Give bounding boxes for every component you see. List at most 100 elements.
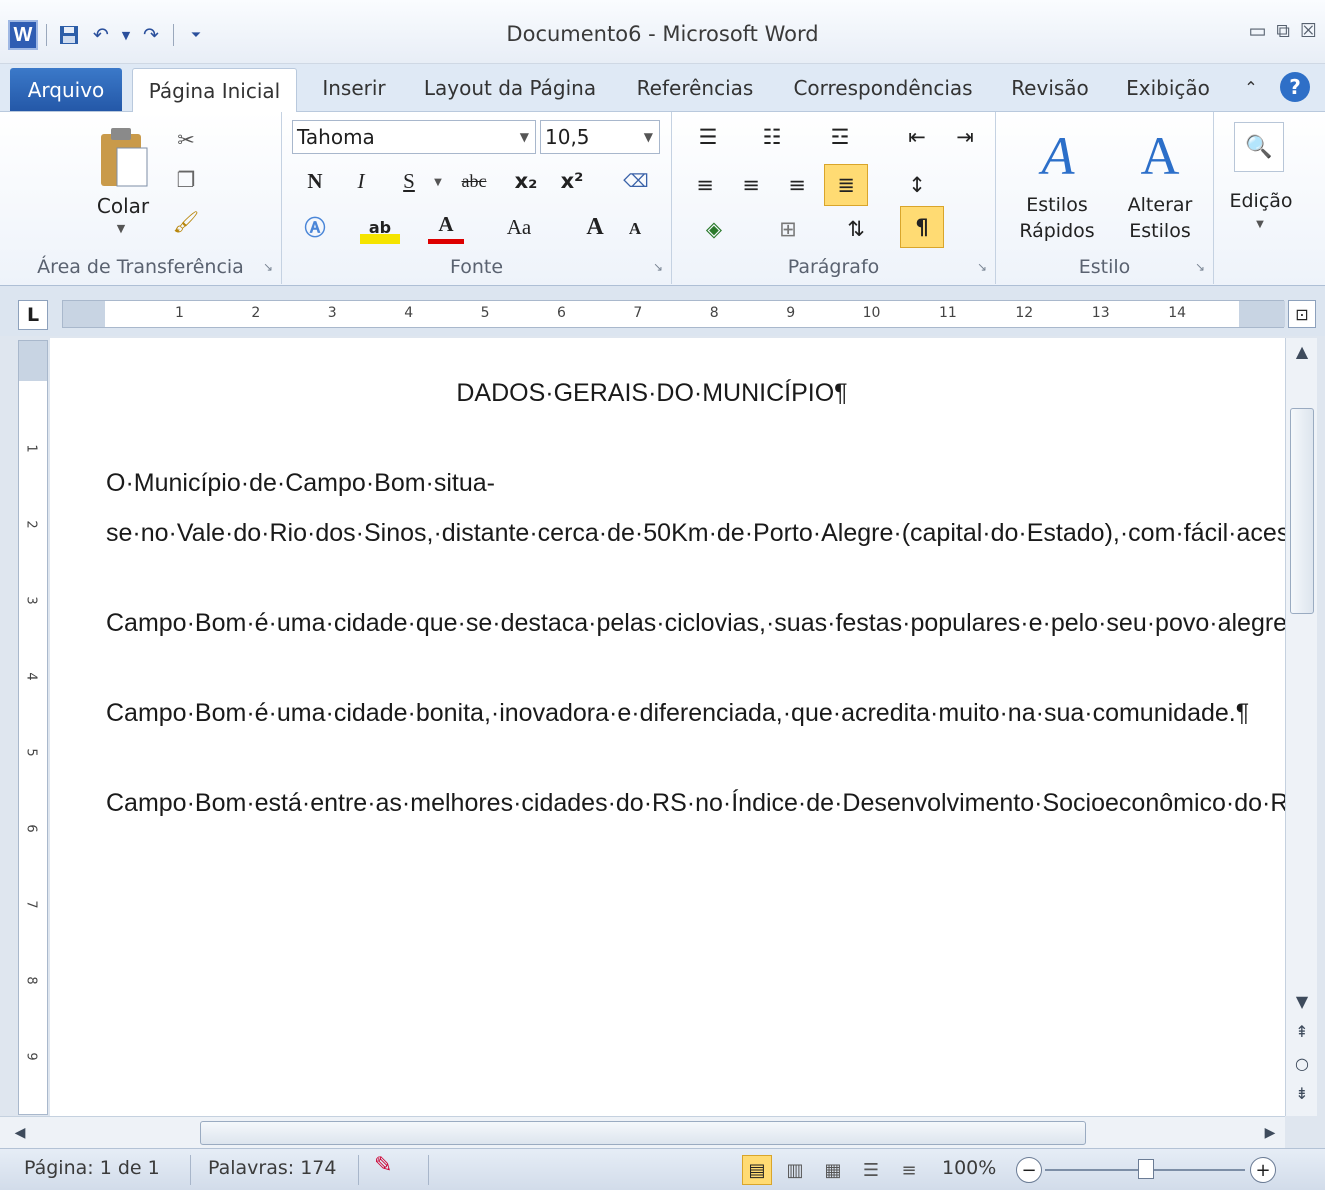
- document-area[interactable]: DADOS·GERAIS·DO·MUNICÍPIO¶ O·Município·d…: [50, 338, 1285, 1116]
- change-styles-label-2[interactable]: Estilos: [1108, 218, 1212, 244]
- scroll-up-icon[interactable]: ▲: [1286, 342, 1318, 361]
- line-spacing-icon[interactable]: ↕: [894, 166, 940, 204]
- font-launcher-icon[interactable]: ↘: [653, 260, 663, 274]
- previous-page-icon[interactable]: ⇞: [1286, 1022, 1318, 1041]
- scroll-down-icon[interactable]: ▼: [1286, 992, 1318, 1011]
- cut-icon[interactable]: ✂: [170, 124, 202, 156]
- underline-button[interactable]: S: [392, 164, 426, 198]
- zoom-in-icon[interactable]: +: [1250, 1157, 1276, 1183]
- ruler-number: 13: [1091, 305, 1110, 321]
- copy-icon[interactable]: ❐: [170, 164, 202, 196]
- vertical-scroll-thumb[interactable]: [1290, 408, 1314, 614]
- borders-icon[interactable]: ⊞: [760, 210, 816, 248]
- editing-button[interactable]: Edição: [1218, 186, 1304, 216]
- vertical-ruler[interactable]: 1 2 3 4 5 6 7 8 9: [18, 340, 48, 1115]
- ruler-number: 3: [327, 305, 337, 321]
- font-size-combo[interactable]: 10,5 ▼: [540, 120, 660, 154]
- full-screen-reading-icon[interactable]: ▥: [780, 1155, 810, 1185]
- zoom-level[interactable]: 100%: [942, 1157, 996, 1179]
- binoculars-icon[interactable]: 🔍: [1234, 122, 1284, 172]
- change-styles-icon[interactable]: A: [1120, 118, 1200, 194]
- draft-icon[interactable]: ≡: [894, 1155, 924, 1185]
- tab-revisao[interactable]: Revisão: [998, 64, 1102, 111]
- browse-object-icon[interactable]: ○: [1286, 1054, 1318, 1073]
- tab-referencias[interactable]: Referências: [622, 64, 768, 111]
- superscript-button[interactable]: x²: [552, 164, 592, 198]
- tab-correspondencias[interactable]: Correspondências: [782, 64, 984, 111]
- tab-inserir[interactable]: Inserir: [306, 64, 402, 111]
- strikethrough-button[interactable]: abc: [452, 164, 496, 198]
- italic-button[interactable]: I: [344, 164, 378, 198]
- multilevel-list-icon[interactable]: ☲: [818, 120, 862, 154]
- tab-layout[interactable]: Layout da Página: [412, 64, 608, 111]
- minimize-ribbon-icon[interactable]: ⌃: [1236, 64, 1266, 111]
- page-count[interactable]: Página: 1 de 1: [24, 1157, 160, 1179]
- increase-indent-icon[interactable]: ⇥: [948, 120, 982, 154]
- editing-dropdown-icon[interactable]: ▼: [1250, 216, 1270, 232]
- decrease-indent-icon[interactable]: ⇤: [900, 120, 934, 154]
- horizontal-scrollbar[interactable]: ◀ ▶: [0, 1116, 1285, 1148]
- change-styles-label-1[interactable]: Alterar: [1108, 192, 1212, 218]
- quick-styles-label-1[interactable]: Estilos: [1002, 192, 1112, 218]
- paragraph-launcher-icon[interactable]: ↘: [977, 260, 987, 274]
- restore-icon[interactable]: ⧉: [1276, 20, 1290, 42]
- align-center-icon[interactable]: ≡: [732, 166, 770, 204]
- justify-icon[interactable]: ≣: [824, 164, 868, 206]
- print-layout-icon[interactable]: ▤: [742, 1155, 772, 1185]
- quick-styles-label-2[interactable]: Rápidos: [1002, 218, 1112, 244]
- proofing-icon[interactable]: ✎: [374, 1153, 392, 1178]
- change-case-button[interactable]: Aa: [496, 210, 542, 244]
- close-icon[interactable]: ☒: [1300, 20, 1317, 42]
- styles-launcher-icon[interactable]: ↘: [1195, 260, 1205, 274]
- grow-font-button[interactable]: A: [578, 210, 612, 244]
- font-size-dropdown-icon[interactable]: ▼: [644, 130, 653, 144]
- word-count[interactable]: Palavras: 174: [208, 1157, 336, 1179]
- zoom-slider-thumb[interactable]: [1138, 1159, 1154, 1179]
- align-left-icon[interactable]: ≡: [686, 166, 724, 204]
- tab-exibicao[interactable]: Exibição: [1114, 64, 1222, 111]
- sort-icon[interactable]: ⇅: [836, 210, 876, 248]
- numbering-icon[interactable]: ☷: [750, 120, 794, 154]
- zoom-out-icon[interactable]: −: [1016, 1157, 1042, 1183]
- scroll-left-icon[interactable]: ◀: [8, 1121, 32, 1145]
- window-title: Documento6 - Microsoft Word: [506, 22, 819, 46]
- shrink-font-button[interactable]: A: [620, 212, 650, 246]
- show-formatting-button[interactable]: ¶: [900, 206, 944, 248]
- help-icon[interactable]: ?: [1280, 72, 1310, 102]
- text-effects-icon[interactable]: Ⓐ: [298, 210, 332, 244]
- quick-styles-icon[interactable]: A: [1018, 118, 1098, 194]
- bullets-icon[interactable]: ☰: [686, 120, 730, 154]
- font-color-button[interactable]: A: [428, 210, 464, 244]
- underline-dropdown-icon[interactable]: ▼: [430, 170, 446, 194]
- tab-selector[interactable]: L: [18, 300, 48, 330]
- scroll-right-icon[interactable]: ▶: [1258, 1121, 1282, 1145]
- web-layout-icon[interactable]: ▦: [818, 1155, 848, 1185]
- window-controls: ▭ ⧉ ☒: [1248, 20, 1317, 42]
- document-paragraph: Campo·Bom·é·uma·cidade·bonita,·inovadora…: [106, 699, 1250, 727]
- highlight-color-icon[interactable]: ab: [360, 210, 400, 244]
- clipboard-group-label: Área de Transferência: [37, 256, 244, 278]
- font-name-combo[interactable]: Tahoma ▼: [292, 120, 536, 154]
- next-page-icon[interactable]: ⇟: [1286, 1084, 1318, 1103]
- document-page[interactable]: DADOS·GERAIS·DO·MUNICÍPIO¶ O·Município·d…: [106, 368, 1285, 868]
- shading-icon[interactable]: ◈: [686, 210, 742, 248]
- outline-icon[interactable]: ☰: [856, 1155, 886, 1185]
- view-ruler-icon[interactable]: ⊡: [1288, 300, 1316, 328]
- horizontal-ruler[interactable]: 1 2 3 4 5 6 7 8 9 10 11 12 13 14: [62, 300, 1285, 328]
- paste-icon[interactable]: [88, 120, 158, 196]
- align-right-icon[interactable]: ≡: [778, 166, 816, 204]
- minimize-icon[interactable]: ▭: [1248, 20, 1266, 42]
- font-name-dropdown-icon[interactable]: ▼: [520, 130, 529, 144]
- vertical-scrollbar[interactable]: ▲ ▼ ⇞ ○ ⇟: [1285, 338, 1317, 1116]
- clipboard-launcher-icon[interactable]: ↘: [263, 260, 273, 274]
- tab-pagina-inicial[interactable]: Página Inicial: [132, 68, 297, 112]
- ruler-number: 2: [251, 305, 261, 321]
- format-painter-icon[interactable]: 🖌: [170, 206, 202, 238]
- horizontal-scroll-thumb[interactable]: [200, 1121, 1086, 1145]
- tab-arquivo[interactable]: Arquivo: [10, 68, 122, 111]
- clear-formatting-icon[interactable]: ⌫: [616, 164, 656, 198]
- paste-dropdown-icon[interactable]: ▼: [110, 220, 132, 236]
- subscript-button[interactable]: x₂: [506, 164, 546, 198]
- bold-button[interactable]: N: [298, 164, 332, 198]
- paste-button[interactable]: Colar: [88, 192, 158, 220]
